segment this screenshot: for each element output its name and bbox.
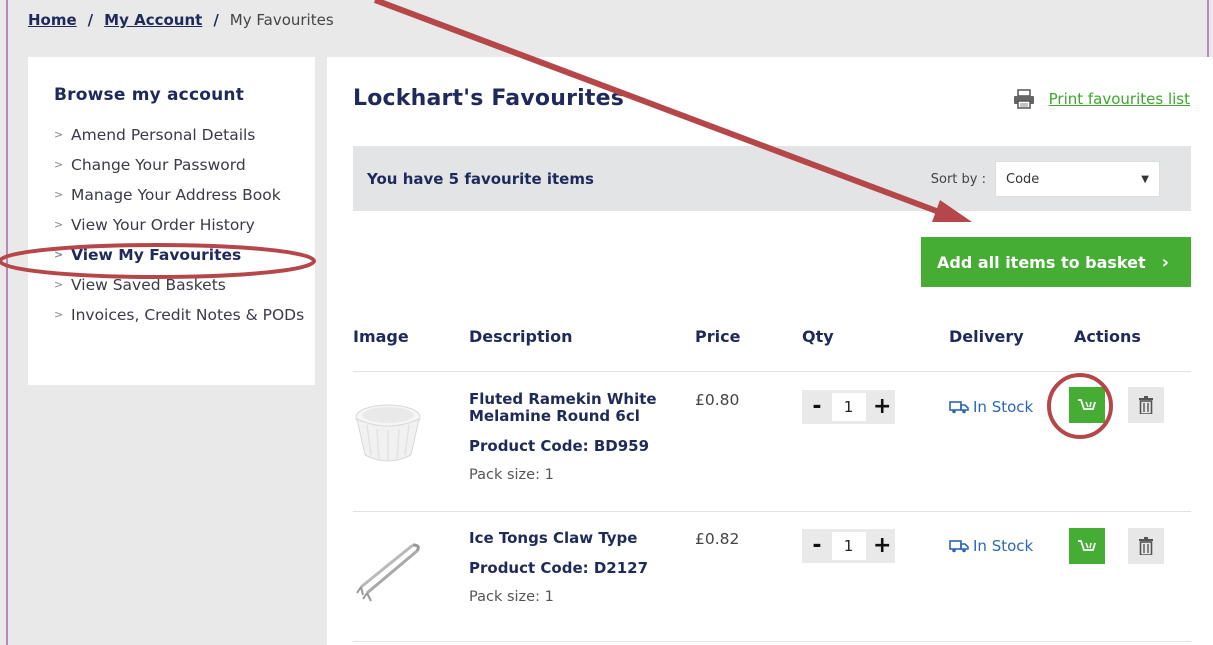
sidebar-title: Browse my account (54, 85, 245, 105)
quantity-stepper: - 1 + (802, 390, 895, 424)
stock-label: In Stock (973, 398, 1034, 416)
chevron-right-icon: > (54, 158, 64, 171)
sidebar-item-order-history[interactable]: > View Your Order History (54, 210, 315, 240)
trash-icon (1139, 396, 1153, 414)
product-code: Product Code: D2127 (469, 559, 649, 577)
qty-increment-button[interactable]: + (873, 396, 891, 418)
qty-increment-button[interactable]: + (873, 535, 891, 557)
page-frame: Home / My Account / My Favourites Browse… (6, 0, 1213, 645)
add-all-to-basket-button[interactable]: Add all items to basket › (921, 237, 1191, 287)
qty-decrement-button[interactable]: - (810, 396, 824, 418)
printer-icon[interactable] (1013, 89, 1035, 109)
delivery-status: In Stock (949, 398, 1033, 416)
sort-select[interactable]: Code ▼ (995, 161, 1160, 197)
sidebar-item-amend-details[interactable]: > Amend Personal Details (54, 120, 315, 150)
sidebar-item-label: Manage Your Address Book (71, 186, 281, 204)
product-description: Ice Tongs Claw Type Product Code: D2127 … (469, 530, 669, 606)
sidebar-item-label: Invoices, Credit Notes & PODs (71, 306, 305, 324)
sidebar-item-favourites[interactable]: > View My Favourites (54, 240, 315, 270)
add-all-label: Add all items to basket (937, 252, 1146, 272)
page-title: Lockhart's Favourites (353, 86, 624, 111)
chevron-down-icon: ▼ (1141, 173, 1149, 185)
product-image-ice-tongs[interactable] (353, 541, 425, 603)
sidebar-item-label: View My Favourites (71, 246, 242, 264)
column-header-price: Price (695, 327, 741, 346)
chevron-right-icon: > (54, 278, 64, 291)
truck-icon (949, 540, 969, 553)
column-header-delivery: Delivery (949, 327, 1024, 346)
delivery-status: In Stock (949, 537, 1033, 555)
column-header-image: Image (353, 327, 409, 346)
column-header-description: Description (469, 327, 573, 346)
sidebar-item-invoices[interactable]: > Invoices, Credit Notes & PODs (54, 300, 315, 326)
trash-icon (1139, 537, 1153, 555)
chevron-right-icon: › (1161, 251, 1169, 273)
pack-size: Pack size: 1 (469, 467, 554, 483)
sort-control: Sort by : Code ▼ (931, 161, 1160, 197)
cart-icon (1078, 399, 1096, 410)
quantity-stepper: - 1 + (802, 529, 895, 563)
favourites-summary-bar: You have 5 favourite items Sort by : Cod… (353, 146, 1191, 211)
breadcrumb-current: My Favourites (229, 11, 334, 29)
print-favourites[interactable]: Print favourites list (1013, 89, 1190, 109)
stock-label: In Stock (973, 537, 1034, 555)
pack-size: Pack size: 1 (469, 589, 554, 605)
chevron-right-icon: > (54, 248, 64, 261)
row-divider (353, 641, 1191, 642)
sidebar-item-change-password[interactable]: > Change Your Password (54, 150, 315, 180)
sidebar-item-label: View Saved Baskets (71, 276, 226, 294)
product-code: Product Code: BD959 (469, 437, 650, 455)
print-favourites-link[interactable]: Print favourites list (1049, 90, 1190, 108)
qty-input[interactable]: 1 (831, 393, 866, 421)
sidebar-menu: > Amend Personal Details > Change Your Pas… (54, 120, 315, 326)
column-header-actions: Actions (1074, 327, 1141, 346)
sidebar-item-label: Change Your Password (71, 156, 246, 174)
favourites-count: You have 5 favourite items (367, 169, 594, 188)
cart-icon (1078, 540, 1096, 551)
row-divider (353, 371, 1191, 372)
favourites-panel: Lockhart's Favourites Print favourites l… (327, 57, 1213, 645)
remove-favourite-button[interactable] (1128, 528, 1164, 564)
chevron-right-icon: > (54, 188, 64, 201)
add-to-basket-button[interactable] (1069, 528, 1105, 564)
sidebar-item-address-book[interactable]: > Manage Your Address Book (54, 180, 315, 210)
breadcrumb-separator: / (213, 11, 219, 29)
breadcrumb: Home / My Account / My Favourites (28, 11, 334, 29)
sidebar-item-label: View Your Order History (71, 216, 255, 234)
breadcrumb-account-link[interactable]: My Account (104, 11, 202, 29)
product-price: £0.80 (695, 391, 740, 409)
qty-decrement-button[interactable]: - (810, 535, 824, 557)
sidebar-item-label: Amend Personal Details (71, 126, 256, 144)
sort-label: Sort by : (930, 171, 986, 187)
account-sidebar: Browse my account > Amend Personal Detail… (28, 57, 315, 385)
breadcrumb-home-link[interactable]: Home (28, 11, 77, 29)
chevron-right-icon: > (54, 128, 64, 141)
add-to-basket-button[interactable] (1069, 387, 1105, 423)
product-price: £0.82 (695, 530, 740, 548)
product-name-link[interactable]: Fluted Ramekin White Melamine Round 6cl (469, 391, 669, 425)
qty-input[interactable]: 1 (831, 532, 866, 560)
chevron-right-icon: > (54, 308, 64, 321)
row-divider (353, 511, 1191, 512)
product-description: Fluted Ramekin White Melamine Round 6cl … (469, 391, 669, 484)
remove-favourite-button[interactable] (1128, 387, 1164, 423)
sort-selected-value: Code (1006, 171, 1040, 187)
column-header-qty: Qty (802, 327, 834, 346)
product-name-link[interactable]: Ice Tongs Claw Type (469, 530, 669, 547)
breadcrumb-separator: / (87, 11, 94, 29)
sidebar-item-saved-baskets[interactable]: > View Saved Baskets (54, 270, 315, 300)
truck-icon (949, 401, 969, 414)
chevron-right-icon: > (54, 218, 64, 231)
product-image-ramekin[interactable] (353, 395, 423, 471)
